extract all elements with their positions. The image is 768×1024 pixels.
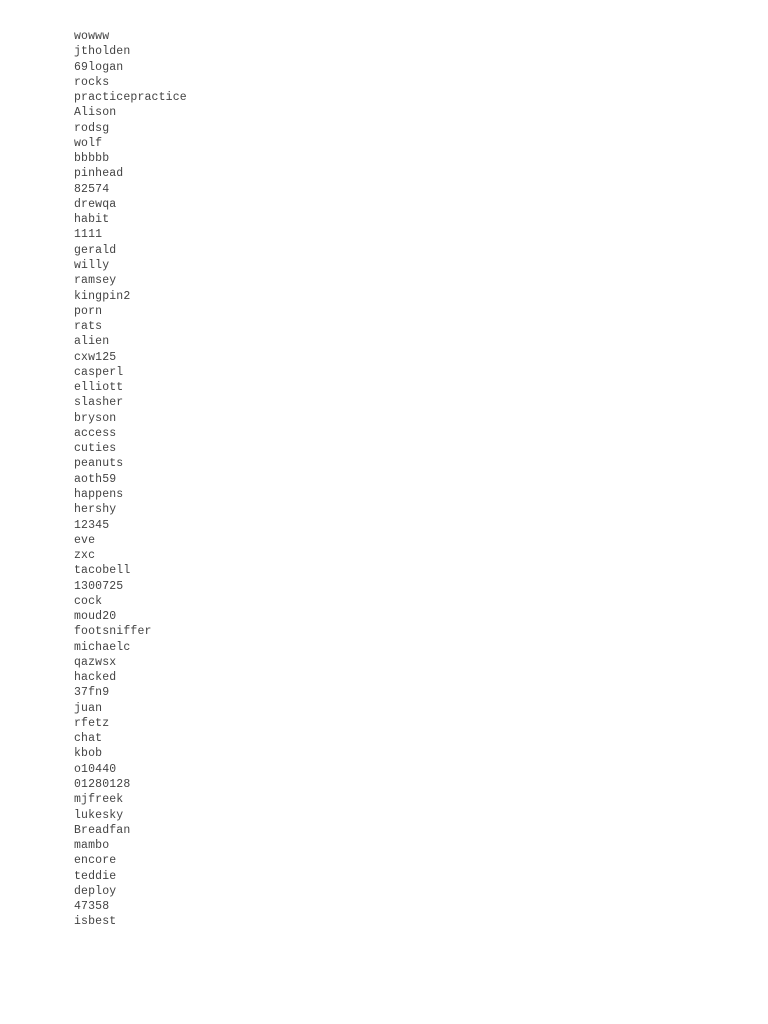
- list-item: tacobell: [74, 564, 131, 578]
- list-item: peanuts: [74, 457, 124, 471]
- list-item: 47358: [74, 900, 110, 914]
- list-item: lukesky: [74, 808, 124, 822]
- list-item: 69logan: [74, 60, 124, 74]
- list-item: kingpin2: [74, 289, 131, 303]
- list-item: mambo: [74, 839, 110, 853]
- document-page: wowww jtholden 69logan rocks practicepractic…: [0, 0, 768, 1024]
- list-item: pinhead: [74, 167, 124, 181]
- list-item: hacked: [74, 671, 117, 685]
- list-item: footsniffer: [74, 625, 152, 639]
- list-item: o10440: [74, 762, 117, 776]
- list-item: Alison: [74, 106, 117, 120]
- list-item: 01280128: [74, 778, 131, 792]
- list-item: aoth59: [74, 472, 117, 486]
- list-item: teddie: [74, 869, 117, 883]
- list-item: eve: [74, 533, 96, 547]
- list-item: happens: [74, 487, 124, 501]
- list-item: cock: [74, 594, 103, 608]
- list-item: chat: [74, 732, 103, 746]
- list-item: Breadfan: [74, 823, 131, 837]
- list-item: wowww: [74, 30, 110, 43]
- list-item: bryson: [74, 411, 117, 425]
- list-item: access: [74, 426, 117, 440]
- list-item: habit: [74, 213, 110, 227]
- list-item: alien: [74, 335, 110, 349]
- list-item: juan: [74, 701, 103, 715]
- list-item: cuties: [74, 442, 117, 456]
- list-item: ramsey: [74, 274, 117, 288]
- list-item: practicepractice: [74, 91, 187, 105]
- list-item: slasher: [74, 396, 124, 410]
- list-item: moud20: [74, 610, 117, 624]
- list-item: 1300725: [74, 579, 124, 593]
- list-item: 1111: [74, 228, 103, 242]
- list-item: jtholden: [74, 45, 131, 59]
- list-item: wolf: [74, 136, 103, 150]
- list-item: bbbbb: [74, 152, 110, 166]
- list-item: 12345: [74, 518, 110, 532]
- list-item: deploy: [74, 884, 117, 898]
- list-item: cxw125: [74, 350, 117, 364]
- list-item: gerald: [74, 243, 117, 257]
- list-item: rocks: [74, 75, 110, 89]
- list-item: drewqa: [74, 197, 117, 211]
- list-item: qazwsx: [74, 655, 117, 669]
- list-item: 37fn9: [74, 686, 110, 700]
- list-item: casperl: [74, 365, 124, 379]
- text-listing: wowww jtholden 69logan rocks practicepractic…: [74, 29, 187, 930]
- list-item: rodsg: [74, 121, 110, 135]
- list-item: encore: [74, 854, 117, 868]
- list-item: michaelc: [74, 640, 131, 654]
- list-item: hershy: [74, 503, 117, 517]
- list-item: elliott: [74, 381, 124, 395]
- list-item: zxc: [74, 549, 96, 563]
- list-item: kbob: [74, 747, 103, 761]
- list-item: porn: [74, 304, 103, 318]
- list-item: rfetz: [74, 716, 110, 730]
- list-item: willy: [74, 258, 110, 272]
- list-item: isbest: [74, 915, 117, 929]
- list-item: mjfreek: [74, 793, 124, 807]
- list-item: 82574: [74, 182, 110, 196]
- list-item: rats: [74, 320, 103, 334]
